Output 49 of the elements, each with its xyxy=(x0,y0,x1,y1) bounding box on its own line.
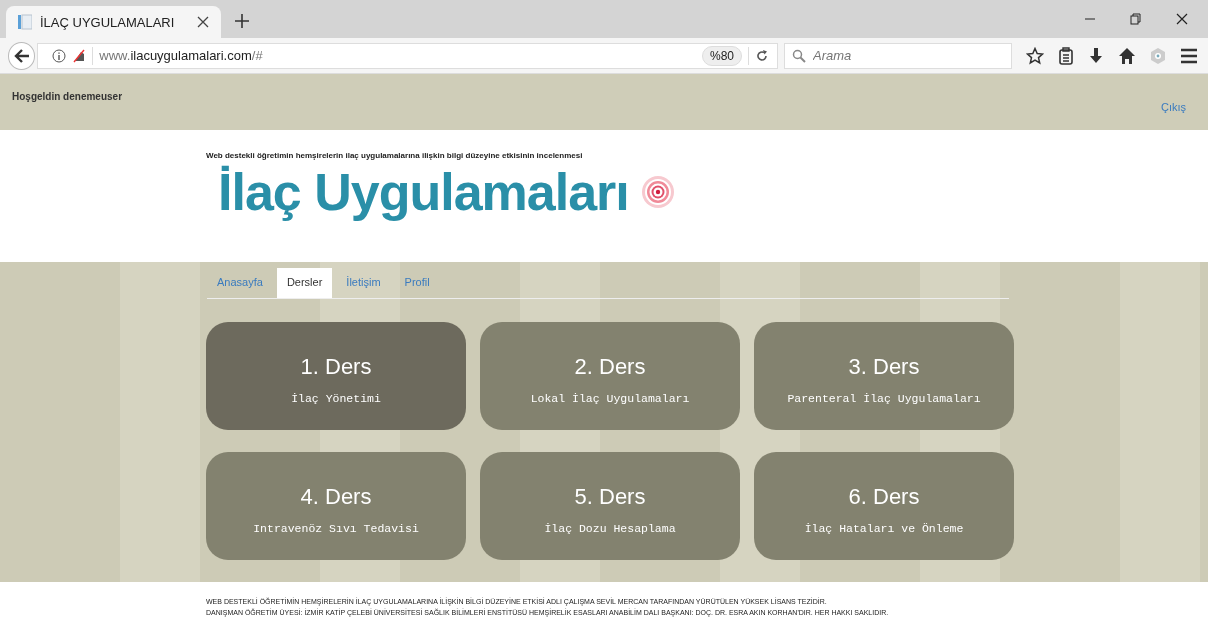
lesson-title: 5. Ders xyxy=(574,484,646,510)
lesson-title: 2. Ders xyxy=(574,354,646,380)
lesson-subtitle: Lokal İlaç Uygulamaları xyxy=(530,392,690,405)
close-icon[interactable] xyxy=(1176,13,1188,25)
lesson-card[interactable]: 6. Ders İlaç Hataları ve Önleme xyxy=(754,452,1014,560)
nav-tab[interactable]: İletişim xyxy=(336,268,391,298)
menu-icon[interactable] xyxy=(1180,47,1198,64)
greeting-text: Hoşgeldin denemeuser xyxy=(12,91,123,104)
lesson-card[interactable]: 2. Ders Lokal İlaç Uygulamaları xyxy=(480,322,740,430)
address-bar[interactable]: www.ilacuygulamalari.com/# %80 xyxy=(37,42,778,69)
lesson-card[interactable]: 4. Ders Intravenöz Sıvı Tedavisi xyxy=(206,452,466,560)
close-icon[interactable] xyxy=(197,16,209,28)
reading-list-icon[interactable] xyxy=(1058,46,1074,65)
site-subtitle: Web destekli öğretimin hemşirelerin ilaç uygulamalarına ilişkin bilgi düzeyine etkisinin incelenmesi xyxy=(206,151,584,160)
tab-title: İLAÇ UYGULAMALARI xyxy=(40,14,176,30)
nav-tab[interactable]: Anasayfa xyxy=(207,268,273,298)
reload-icon[interactable] xyxy=(755,48,769,63)
lesson-subtitle: Parenteral İlaç Uygulamaları xyxy=(787,392,981,405)
back-arrow-icon xyxy=(13,48,30,63)
lesson-subtitle: İlaç Yönetimi xyxy=(291,392,381,405)
lesson-subtitle: Intravenöz Sıvı Tedavisi xyxy=(253,522,419,535)
insecure-lock-icon xyxy=(72,48,87,63)
lesson-subtitle: İlaç Hataları ve Önleme xyxy=(804,522,964,535)
nav-tab[interactable]: Profil xyxy=(394,268,440,298)
download-icon[interactable] xyxy=(1088,46,1104,65)
lesson-title: 6. Ders xyxy=(848,484,920,510)
lesson-card[interactable]: 1. Ders İlaç Yönetimi xyxy=(206,322,466,430)
new-tab-icon[interactable] xyxy=(235,14,249,28)
lesson-card[interactable]: 5. Ders İlaç Dozu Hesaplama xyxy=(480,452,740,560)
browser-tab[interactable]: İLAÇ UYGULAMALARI xyxy=(6,6,221,38)
bookmark-star-icon[interactable] xyxy=(1026,46,1044,65)
site-logo: İlaç Uygulamaları xyxy=(218,162,629,222)
search-icon xyxy=(792,48,806,63)
target-icon xyxy=(640,175,675,209)
home-icon[interactable] xyxy=(1118,46,1136,65)
restore-icon[interactable] xyxy=(1130,13,1142,25)
lesson-title: 3. Ders xyxy=(848,354,920,380)
nav-tab[interactable]: Dersler xyxy=(276,268,333,298)
lesson-title: 1. Ders xyxy=(300,354,372,380)
zoom-badge[interactable]: %80 xyxy=(701,45,742,66)
lesson-subtitle: İlaç Dozu Hesaplama xyxy=(544,522,676,535)
logout-link[interactable]: Çıkış xyxy=(1160,101,1186,130)
page-icon xyxy=(18,14,32,30)
lesson-title: 4. Ders xyxy=(300,484,372,510)
url-text: www.ilacuygulamalari.com/# xyxy=(99,48,263,63)
info-icon[interactable] xyxy=(52,48,67,63)
back-button[interactable] xyxy=(8,41,36,70)
search-field[interactable]: Arama xyxy=(784,42,1012,69)
lesson-card[interactable]: 3. Ders Parenteral İlaç Uygulamaları xyxy=(754,322,1014,430)
